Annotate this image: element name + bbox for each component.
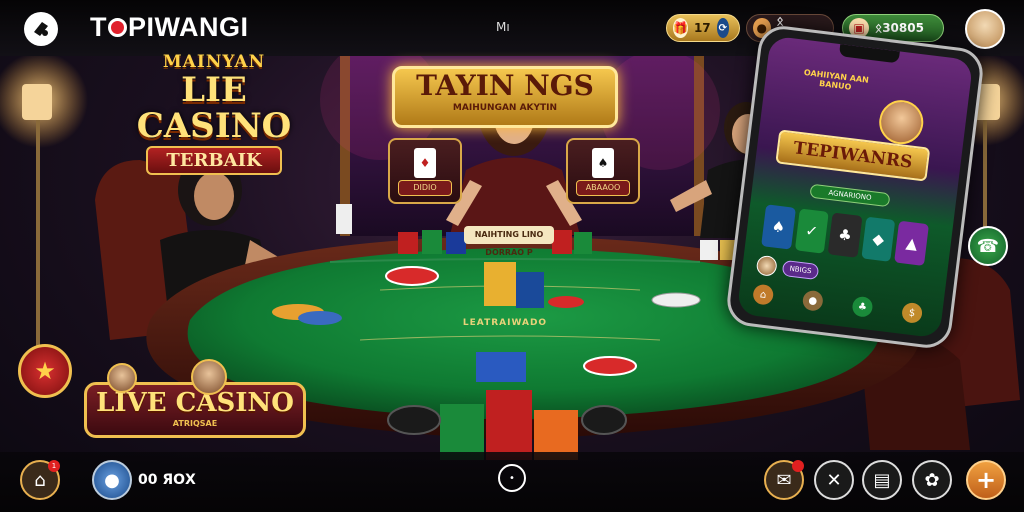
center-label: Mı [496, 20, 510, 34]
promo-banner: MAINYAN LIE CASINO TERBAIK [104, 52, 324, 175]
gift-button[interactable]: ▤ [862, 460, 902, 500]
brand-name-prefix: T [90, 12, 107, 42]
promo-line-2: LIE CASINO [136, 70, 292, 146]
balance-text: 00 ЯОХ [138, 472, 196, 488]
phone-pill-button[interactable]: NBIGS [781, 259, 820, 281]
center-dot-icon: • [509, 472, 515, 484]
refresh-icon: ⟳ [716, 18, 729, 38]
phone-nav-user-icon[interactable]: ● [801, 289, 824, 312]
phone-notch [838, 44, 900, 64]
phone-tile-2[interactable]: ✓ [794, 208, 829, 254]
bonus-value: 17 [693, 21, 711, 35]
bonus-pill[interactable]: 🎁 17 ⟳ [666, 14, 740, 42]
profile-avatar[interactable] [965, 9, 1005, 49]
inbox-button[interactable]: ✉ [764, 460, 804, 500]
table-subtitle: MAIHUNGAN AKYTIN [452, 103, 558, 113]
phone-tile-3[interactable]: ♣ [827, 212, 863, 258]
felt-text: LEATRAIWADO [462, 318, 548, 328]
phone-player-avatar [755, 254, 778, 277]
home-button[interactable]: ⌂ 1 [20, 460, 60, 500]
brand-o-icon [108, 18, 127, 37]
phone-screen: OAHIIYAN AAN BANUO TEPIWANRS AGNARIONO ♠… [736, 35, 974, 339]
playing-card-right: ♠ [592, 148, 614, 178]
phone-tile-4[interactable]: ◆ [861, 216, 896, 262]
user-avatar-button[interactable]: ● [92, 460, 132, 500]
phone-nav-home-icon[interactable]: ⌂ [752, 283, 775, 306]
phone-nav-wallet-icon[interactable]: $ [900, 301, 924, 325]
notification-badge: 1 [48, 460, 60, 472]
promo-line-3: TERBAIK [146, 146, 282, 175]
table-title: TAYIN NGS [416, 69, 594, 102]
mobile-app-preview: OAHIIYAN AAN BANUO TEPIWANRS AGNARIONO ♠… [724, 23, 986, 351]
user-icon: ● [104, 469, 120, 491]
promo-line-1: MAINYAN [162, 52, 266, 72]
support-chat-icon[interactable]: ☎ [968, 226, 1008, 266]
phone-nav-game-icon[interactable]: ♣ [851, 295, 874, 318]
live-casino-subtitle: ATRIQSAE [172, 419, 218, 428]
phone-host-avatar [876, 97, 926, 147]
center-menu-button[interactable]: • [498, 464, 526, 492]
phone-header-text: OAHIIYAN AAN BANUO [803, 67, 870, 92]
add-button[interactable]: + [966, 460, 1006, 500]
phone-tile-1[interactable]: ♠ [761, 204, 796, 250]
app-logo-icon[interactable] [24, 12, 58, 46]
phone-tile-5[interactable]: ▲ [894, 220, 929, 266]
brand-name[interactable]: T PIWANGI [90, 12, 249, 43]
panel-left-button[interactable]: DIDIO [398, 180, 452, 196]
live-casino-banner[interactable]: LIVE CASINO ATRIQSAE [84, 359, 306, 438]
brand-name-suffix: PIWANGI [128, 12, 249, 42]
settings-button[interactable]: ✿ [912, 460, 952, 500]
host-avatar-left [107, 363, 137, 393]
playing-card-left: ♦ [414, 148, 436, 178]
favorites-star-icon[interactable]: ★ [18, 344, 72, 398]
table-title-banner: TAYIN NGS MAIHUNGAN AKYTIN [392, 66, 618, 128]
panel-right-button[interactable]: ABAAOO [576, 180, 630, 196]
host-avatar-center [191, 359, 227, 395]
bottom-bar: ⌂ 1 ● 00 ЯОХ • ✉ ✕ ▤ ✿ + [0, 452, 1024, 512]
card-panel-right[interactable]: ♠ ABAAOO [566, 138, 640, 204]
inbox-icon: ✉ [776, 469, 792, 491]
card-panel-left[interactable]: ♦ DIDIO [388, 138, 462, 204]
phone-sub-button[interactable]: AGNARIONO [809, 183, 891, 208]
home-icon: ⌂ [34, 469, 46, 491]
inbox-badge [792, 460, 804, 472]
crossed-tools-icon: ✕ [826, 469, 842, 491]
gear-icon: ✿ [924, 469, 940, 491]
table-label: NAIHTING LINO DORRAO P [464, 226, 554, 257]
plus-icon: + [975, 466, 997, 494]
wallet-value: ᛟ30805 [875, 21, 924, 35]
gift-icon: 🎁 [673, 18, 688, 38]
tools-button[interactable]: ✕ [814, 460, 854, 500]
gift-box-icon: ▤ [873, 469, 891, 491]
